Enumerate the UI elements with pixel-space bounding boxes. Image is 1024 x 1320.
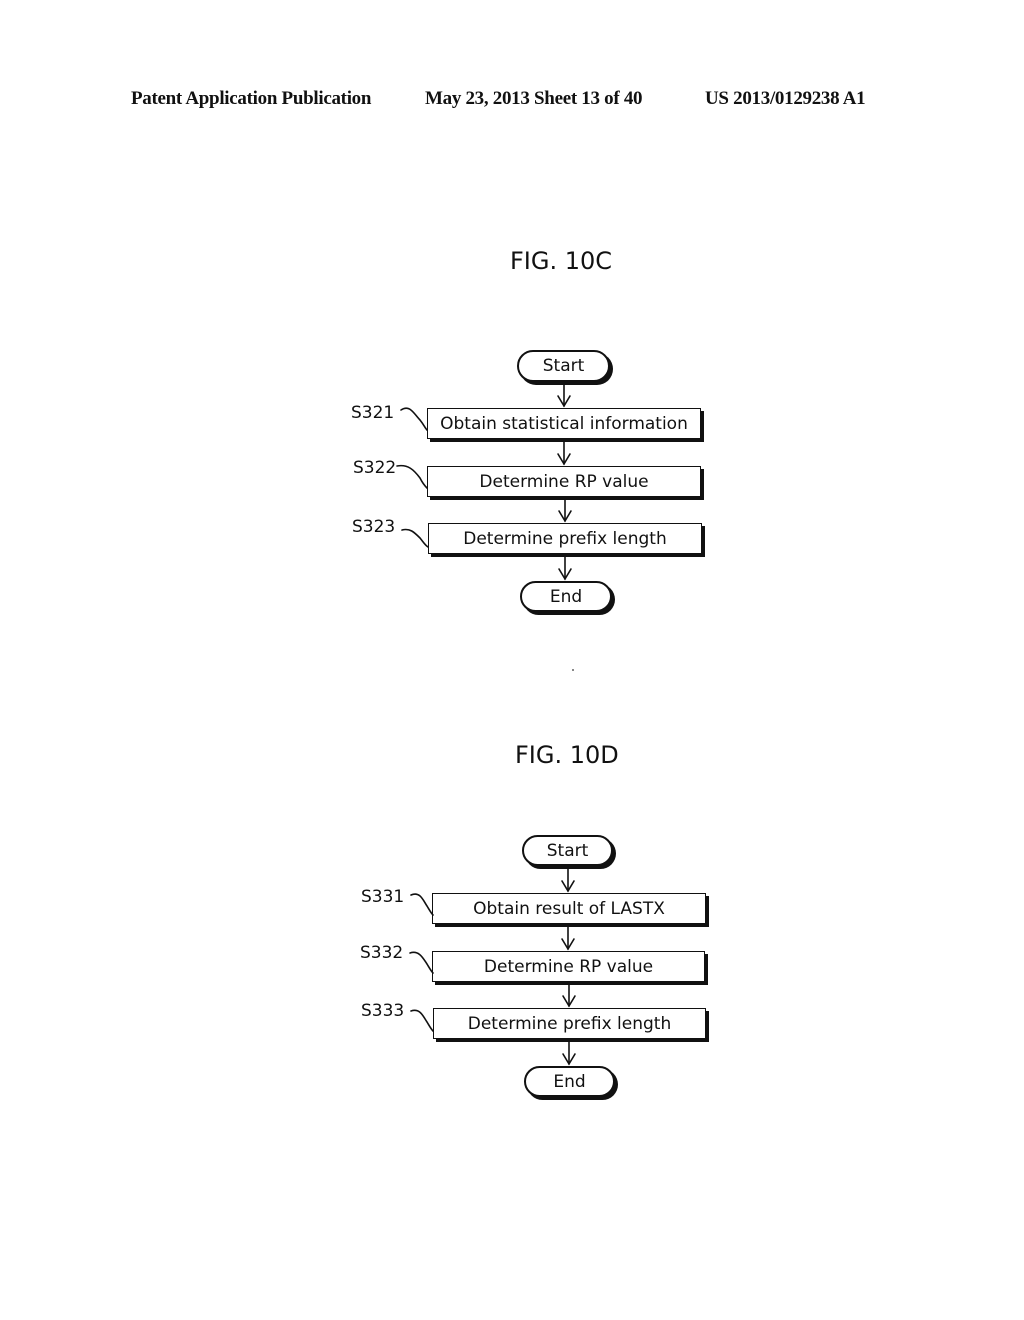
arrow-s322-to-s323 bbox=[558, 499, 572, 523]
connectors-layer bbox=[396, 383, 576, 1066]
leader-s333 bbox=[410, 1009, 434, 1032]
arrow-s333-to-end bbox=[562, 1041, 576, 1066]
leader-s332 bbox=[409, 951, 434, 974]
leader-s322 bbox=[396, 464, 428, 489]
arrow-start-to-s331 bbox=[561, 867, 575, 893]
leader-s331 bbox=[410, 893, 434, 916]
arrow-s331-to-s332 bbox=[561, 926, 575, 951]
arrow-start-to-s321 bbox=[557, 383, 571, 408]
leader-s323 bbox=[401, 528, 429, 548]
arrow-s332-to-s333 bbox=[562, 984, 576, 1008]
speck-mark bbox=[572, 669, 574, 671]
arrow-s323-to-end bbox=[558, 556, 572, 581]
arrow-s321-to-s322 bbox=[557, 441, 571, 466]
leader-s321 bbox=[400, 407, 428, 431]
